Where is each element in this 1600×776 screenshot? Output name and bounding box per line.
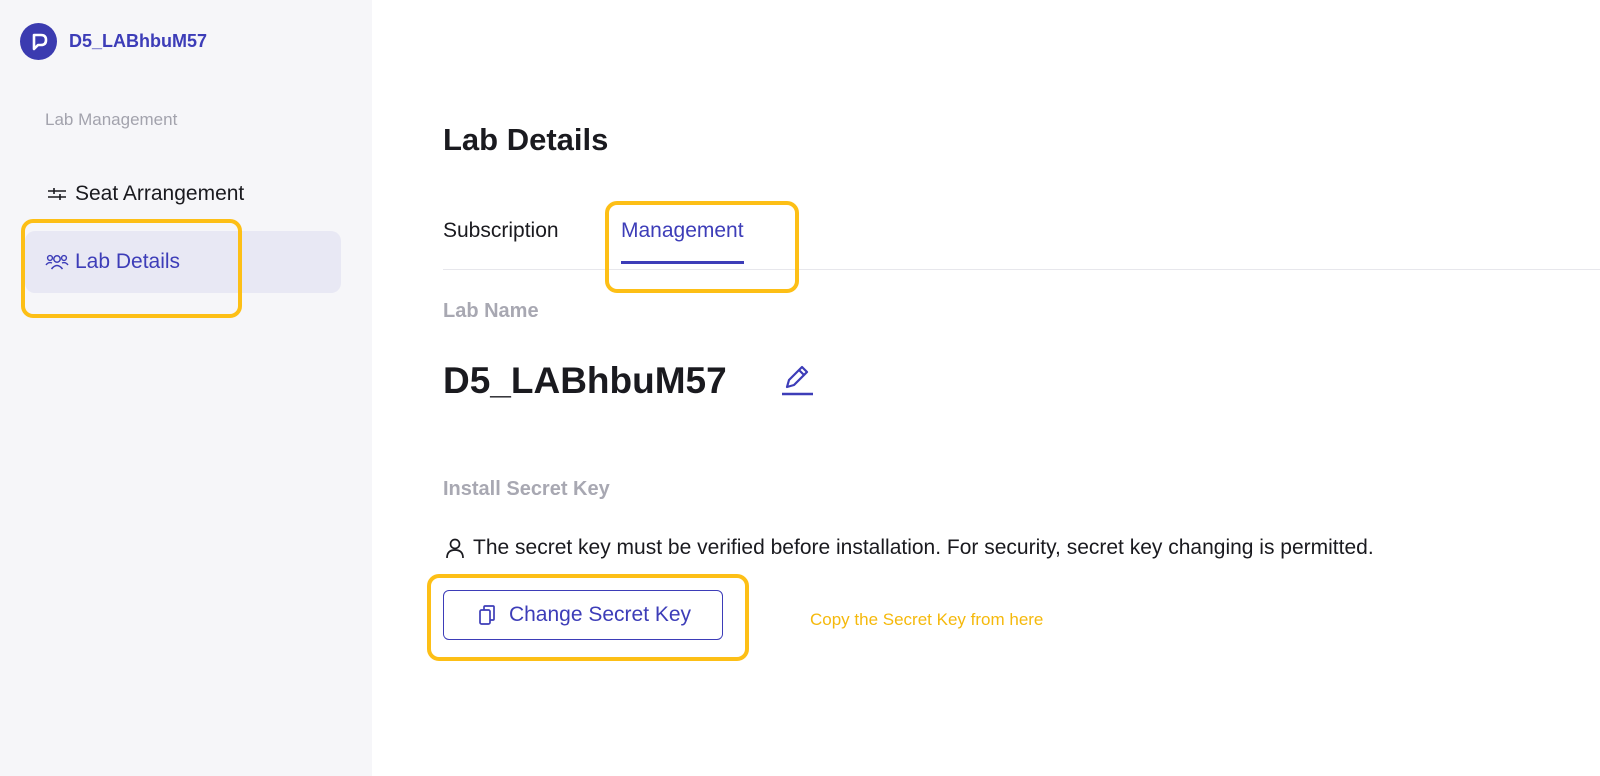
edit-lab-name-button[interactable] — [778, 362, 816, 400]
brand-name: D5_LABhbuM57 — [69, 31, 208, 51]
sidebar-item-label: Seat Arrangement — [75, 182, 245, 205]
sidebar-item-label: Lab Details — [75, 250, 181, 273]
sidebar: D5_LABhbuM57 Lab Management Seat Arrange… — [0, 0, 372, 776]
annotation-note: Copy the Secret Key from here — [810, 610, 1044, 629]
tab-management[interactable]: Management — [621, 219, 744, 264]
lab-name-label: Lab Name — [443, 300, 539, 322]
sidebar-item-lab-details[interactable]: Lab Details — [25, 231, 341, 293]
sidebar-section-label: Lab Management — [45, 110, 178, 129]
pencil-icon — [779, 361, 815, 402]
secret-key-notice-text: The secret key must be verified before i… — [473, 536, 1374, 559]
secret-key-label: Install Secret Key — [443, 478, 610, 500]
brand-logo-icon — [20, 23, 57, 60]
sliders-icon — [45, 182, 69, 206]
sidebar-item-seat-arrangement[interactable]: Seat Arrangement — [25, 163, 341, 225]
lab-name-value: D5_LABhbuM57 — [443, 360, 727, 401]
change-secret-key-label: Change Secret Key — [508, 603, 692, 626]
tab-subscription[interactable]: Subscription — [443, 219, 559, 263]
tab-bar: Subscription Management — [443, 210, 1600, 270]
page-title: Lab Details — [443, 122, 609, 157]
secret-key-notice: The secret key must be verified before i… — [443, 536, 1374, 560]
users-icon — [45, 250, 69, 274]
person-icon — [443, 536, 467, 560]
change-secret-key-button[interactable]: Change Secret Key — [443, 590, 723, 640]
copy-icon — [475, 603, 499, 627]
brand[interactable]: D5_LABhbuM57 — [20, 23, 207, 60]
